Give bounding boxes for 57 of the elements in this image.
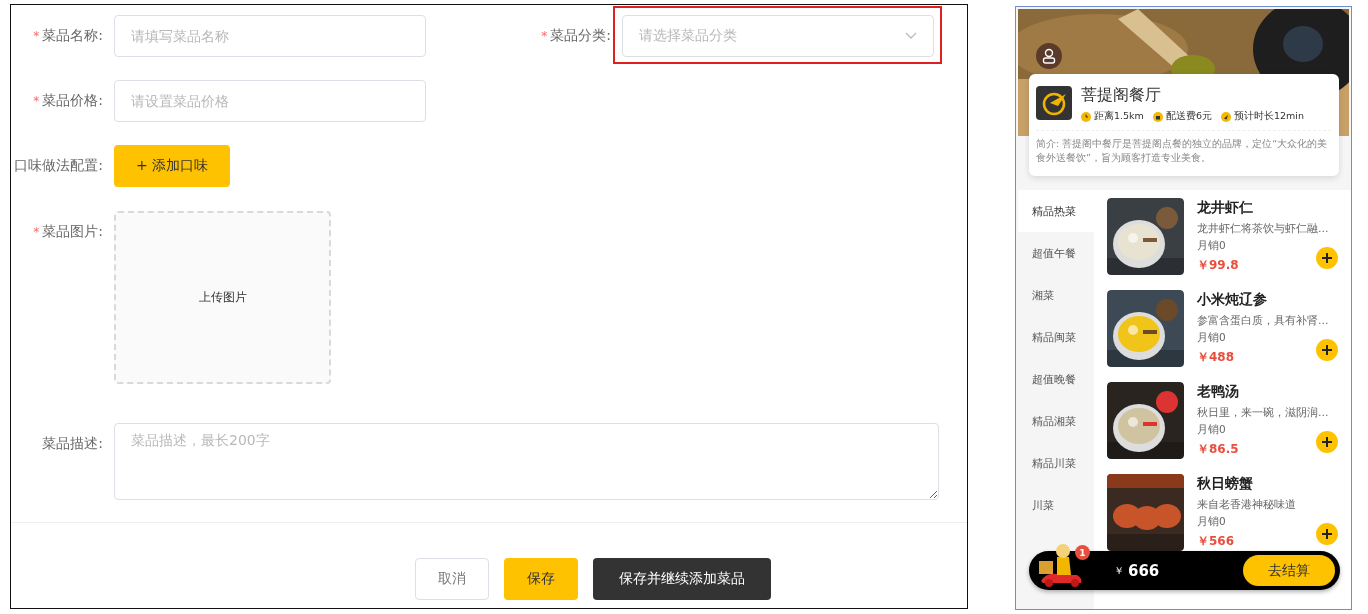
chevron-down-icon	[905, 32, 917, 40]
shop-name: 菩提阁餐厅	[1081, 85, 1162, 106]
add-icon[interactable]	[1316, 339, 1338, 361]
field-label: 口味做法配置:	[13, 157, 104, 175]
action-button[interactable]: 取消	[415, 558, 489, 600]
action-button[interactable]: 保存并继续添加菜品	[593, 558, 771, 600]
category-item[interactable]: 精品川菜	[1018, 442, 1094, 484]
dish-name: 龙井虾仁	[1197, 199, 1254, 217]
field-label: * 菜品图片:	[32, 223, 104, 241]
category-item[interactable]: 超值午餐	[1018, 232, 1094, 274]
add-icon[interactable]	[1316, 431, 1338, 453]
shop-info: 距离1.5km	[1094, 110, 1144, 123]
dish-sales: 月销0	[1197, 239, 1227, 253]
add-flavor-button[interactable]: + 添加口味	[114, 145, 231, 187]
category-item[interactable]: 川菜	[1018, 484, 1094, 526]
field-label: 菜品描述:	[41, 435, 104, 453]
category-item[interactable]: 超值晚餐	[1018, 358, 1094, 400]
shop-info: 配送费6元	[1165, 110, 1212, 123]
field-label: * 菜品分类:	[540, 27, 612, 45]
category-item[interactable]: 精品湘菜	[1018, 400, 1094, 442]
checkout-button[interactable]: 去结算	[1243, 555, 1335, 586]
field-label: * 菜品价格:	[32, 92, 104, 110]
dish-description: 来自老香港神秘味道	[1197, 498, 1296, 512]
shop-info: 预计时长12min	[1233, 110, 1304, 123]
name-input[interactable]: 请填写菜品名称	[114, 15, 426, 57]
shop-intro: 简介: 菩提阁中餐厅是菩提阁点餐的独立的品牌，定位“大众化的美食外送餐饮”，旨为顾客打造专业美食。	[1036, 130, 1331, 166]
dish-sales: 月销0	[1197, 423, 1227, 437]
dish-description: 参富含蛋白质，具有补肾…	[1197, 314, 1329, 328]
category-item[interactable]: 精品闽菜	[1018, 316, 1094, 358]
dish-name: 小米炖辽参	[1197, 291, 1268, 309]
cart-badge: 1	[1075, 545, 1090, 560]
logo-icon	[1036, 86, 1072, 120]
dish-price: ￥488	[1197, 349, 1236, 366]
description-field[interactable]: 菜品描述，最长200字	[114, 423, 939, 500]
clock-icon	[1081, 111, 1091, 122]
bag-icon	[1152, 111, 1163, 122]
dish-price: ￥86.5	[1197, 441, 1240, 458]
action-button[interactable]: 保存	[504, 558, 578, 600]
user-icon[interactable]	[1036, 43, 1062, 69]
field-label: * 菜品名称:	[32, 27, 104, 45]
dish-name: 秋日螃蟹	[1197, 475, 1254, 493]
category-item[interactable]: 湘菜	[1018, 274, 1094, 316]
arrow-icon	[1220, 111, 1231, 122]
dish-name: 老鸭汤	[1197, 383, 1240, 401]
category-item[interactable]: 精品热菜	[1018, 190, 1094, 232]
dish-price: ￥566	[1197, 533, 1236, 550]
add-icon[interactable]	[1316, 523, 1338, 545]
dish-description: 秋日里，来一碗，滋阴润…	[1197, 406, 1329, 420]
cart-total: 666	[1128, 561, 1160, 580]
price-input[interactable]: 请设置菜品价格	[114, 80, 426, 122]
dish-description: 龙井虾仁将茶饮与虾仁融…	[1197, 222, 1329, 236]
dish-price: ￥99.8	[1197, 257, 1240, 274]
upload-area[interactable]: 上传图片	[114, 211, 331, 384]
add-icon[interactable]	[1316, 247, 1338, 269]
currency-symbol: ￥	[1114, 563, 1124, 578]
dish-sales: 月销0	[1197, 331, 1227, 345]
dish-sales: 月销0	[1197, 515, 1227, 529]
